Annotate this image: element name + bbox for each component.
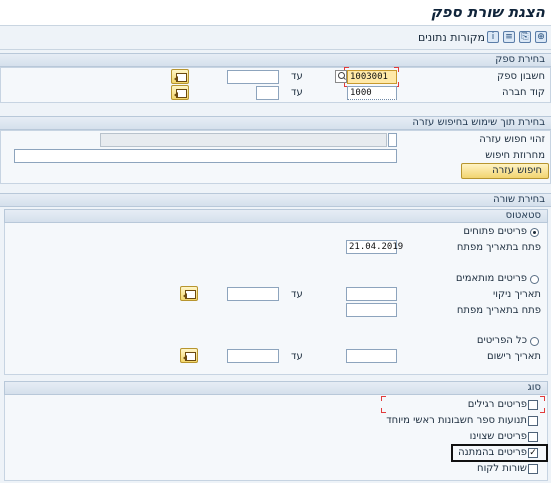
all-items-radio[interactable] [530, 337, 539, 346]
normal-items-checkbox[interactable] [528, 400, 538, 410]
special-gl-checkbox[interactable] [528, 416, 538, 426]
customer-items-checkbox[interactable] [528, 464, 538, 474]
noted-items-checkbox[interactable] [528, 432, 538, 442]
search-lookup-icon[interactable] [335, 70, 347, 83]
multiple-selection-icon[interactable] [180, 286, 198, 301]
vendor-account-to-input[interactable] [227, 70, 279, 84]
search-help-id-description [100, 133, 387, 147]
save-variant-icon[interactable]: ⎘ [519, 31, 531, 43]
required-marker [381, 408, 386, 413]
open-items-radio[interactable] [530, 228, 539, 237]
company-code-to-label: עד [291, 87, 303, 98]
posting-date-to-label: עד [291, 351, 303, 362]
section-title: בחירת שורה [493, 194, 545, 205]
multiple-selection-icon[interactable] [171, 85, 189, 100]
clearing-date-to-input[interactable] [227, 287, 279, 301]
company-code-to-input[interactable] [256, 86, 279, 100]
search-string-label: מחרוזת חיפוש [485, 150, 545, 161]
cleared-open-at-key-date-label: פתח בתאריך מפתח [456, 305, 541, 316]
customer-items-label: שורות לקוח [477, 463, 527, 474]
company-code-from-input[interactable]: 1000 [347, 86, 397, 100]
open-at-key-date-input[interactable]: 21.04.2019 [346, 240, 403, 254]
noted-items-label: פריטים שצוינו [469, 431, 527, 442]
parked-items-label: פריטים בהמתנה [458, 447, 527, 458]
search-help-button-label: חיפוש עזרה [492, 165, 542, 176]
clearing-date-label: תאריך ניקוי [493, 289, 541, 300]
cleared-open-at-key-date-input[interactable] [346, 303, 397, 317]
status-header: סטאטוס [4, 209, 548, 223]
section-title: בחירת ספק [495, 54, 545, 65]
search-string-input[interactable] [14, 149, 397, 163]
list-icon[interactable]: ≡ [503, 31, 515, 43]
posting-date-from-input[interactable] [346, 349, 397, 363]
type-panel [4, 381, 548, 481]
vendor-account-to-label: עד [291, 71, 303, 82]
status-title: סטאטוס [505, 210, 541, 221]
required-marker [540, 408, 545, 413]
required-marker [540, 396, 545, 401]
multiple-selection-icon[interactable] [171, 69, 189, 84]
multiple-selection-icon[interactable] [180, 348, 198, 363]
vendor-account-from-input[interactable]: 1003001 [347, 70, 397, 84]
cleared-items-label: פריטים מותאמים [455, 273, 527, 284]
title-bar: הצגת שורת ספק [0, 0, 551, 26]
info-icon[interactable]: i [487, 31, 499, 43]
application-toolbar: ⊕ ⎘ ≡ i מקורות נתונים [0, 26, 551, 50]
page-title: הצגת שורת ספק [430, 3, 545, 21]
search-help-button[interactable]: חיפוש עזרה [461, 163, 549, 179]
posting-date-to-input[interactable] [227, 349, 279, 363]
search-help-section-header: בחירת תוך שימוש בחיפוש עזרה [0, 116, 551, 130]
vendor-account-label: חשבון ספק [497, 71, 545, 82]
all-items-label: כל הפריטים [476, 335, 527, 346]
type-title: סוג [527, 382, 541, 393]
vendor-selection-header: בחירת ספק [0, 53, 551, 67]
cleared-items-radio[interactable] [530, 275, 539, 284]
search-help-id-input[interactable] [388, 133, 397, 147]
line-selection-header: בחירת שורה [0, 193, 551, 207]
required-marker [381, 396, 386, 401]
execute-icon[interactable]: ⊕ [535, 31, 547, 43]
data-sources-button[interactable]: מקורות נתונים [418, 31, 485, 44]
clearing-date-from-input[interactable] [346, 287, 397, 301]
type-header: סוג [4, 381, 548, 395]
search-help-id-label: זהוי חפוש עזרה [479, 134, 545, 145]
clearing-date-to-label: עד [291, 289, 303, 300]
open-at-key-date-label: פתח בתאריך מפתח [456, 242, 541, 253]
company-code-label: קוד חברה [502, 87, 545, 98]
posting-date-label: תאריך רישום [486, 351, 541, 362]
section-title: בחירת תוך שימוש בחיפוש עזרה [412, 117, 545, 128]
special-gl-label: תנועות ספר חשבונות ראשי מיוחד [386, 415, 527, 426]
normal-items-label: פריטים רגילים [467, 399, 527, 410]
open-items-label: פריטים פתוחים [463, 226, 527, 237]
parked-items-checkbox[interactable]: ✓ [528, 448, 538, 458]
